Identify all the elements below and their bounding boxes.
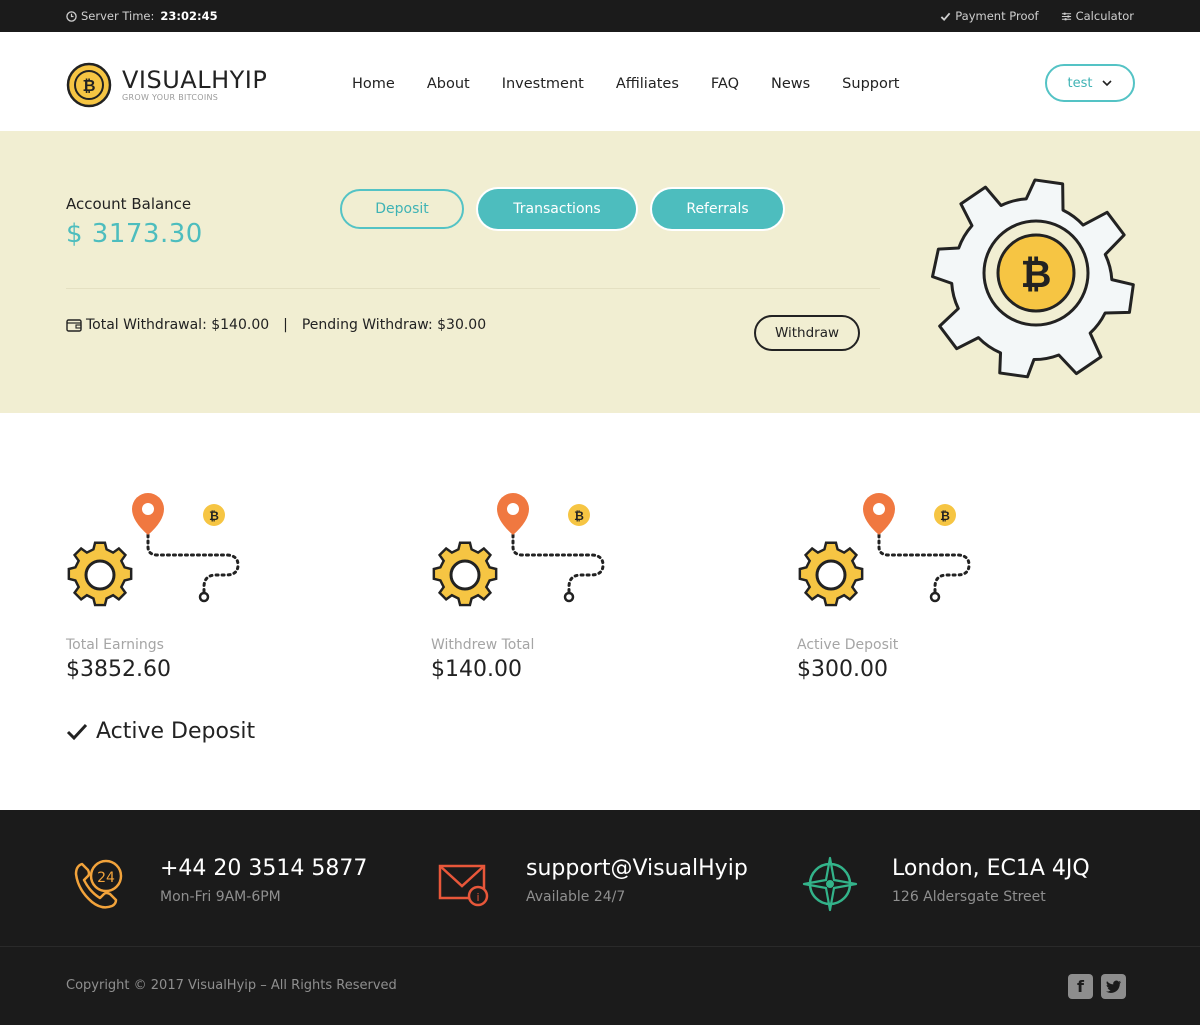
active-deposit-title: Active Deposit: [96, 719, 256, 744]
pending-withdraw: Pending Withdraw: $30.00: [301, 317, 487, 333]
twitter-icon[interactable]: [1101, 974, 1126, 999]
svg-text:₿: ₿: [209, 509, 219, 523]
stats-section: ₿ Total Earnings $3852.60 ₿ Withdrew Tot…: [0, 413, 1200, 810]
wallet-icon: [66, 319, 82, 332]
server-time-value: 23:02:45: [160, 9, 218, 23]
svg-text:i: i: [476, 891, 479, 904]
deposit-button[interactable]: Deposit: [340, 189, 464, 229]
social-links: f: [1068, 974, 1126, 999]
clock-icon: [66, 10, 77, 22]
bitcoin-logo-icon: ₿: [66, 62, 112, 108]
balance-label: Account Balance: [66, 195, 192, 213]
stat-value: $3852.60: [66, 657, 171, 682]
stat-active-deposit: ₿ Active Deposit $300.00: [797, 489, 997, 682]
footer-phone-hours: Mon-Fri 9AM-6PM: [160, 889, 281, 905]
separator: |: [283, 317, 288, 333]
mail-icon: i: [438, 864, 489, 907]
phone-24-icon: 24: [74, 859, 123, 909]
user-menu-label: test: [1067, 75, 1093, 91]
stat-value: $140.00: [431, 657, 522, 682]
logo-tagline: GROW YOUR BITCOINS: [122, 93, 219, 102]
calculator-link[interactable]: Calculator: [1061, 9, 1134, 23]
footer-email-address[interactable]: support@VisualHyip: [526, 856, 748, 881]
footer-email: i support@VisualHyip Available 24/7: [436, 856, 748, 912]
transactions-button[interactable]: Transactions: [478, 189, 636, 229]
footer-phone: 24 +44 20 3514 5877 Mon-Fri 9AM-6PM: [70, 856, 367, 912]
account-banner: Account Balance $ 3173.30 Deposit Transa…: [0, 131, 1200, 413]
top-bar: Server Time: 23:02:45 Payment Proof Calc…: [0, 0, 1200, 32]
stat-label: Active Deposit: [797, 637, 899, 653]
server-time: Server Time: 23:02:45: [66, 9, 218, 23]
svg-text:₿: ₿: [1021, 252, 1052, 296]
total-withdrawal: Total Withdrawal: $140.00: [86, 317, 270, 333]
footer-address: London, EC1A 4JQ 126 Aldersgate Street: [802, 856, 1090, 912]
banner-divider: [66, 288, 880, 289]
footer-divider: [0, 946, 1200, 947]
calculator-label: Calculator: [1075, 9, 1134, 23]
user-menu-button[interactable]: test: [1045, 64, 1135, 102]
payment-proof-label: Payment Proof: [955, 9, 1039, 23]
server-time-label: Server Time:: [81, 9, 155, 23]
balance-value: $ 3173.30: [66, 219, 203, 249]
logo-brand: VISUALHYIP: [122, 66, 268, 94]
withdraw-summary: Total Withdrawal: $140.00 | Pending With…: [66, 317, 486, 333]
footer-phone-number[interactable]: +44 20 3514 5877: [160, 856, 367, 881]
header: ₿ VISUALHYIP GROW YOUR BITCOINS Home Abo…: [0, 32, 1200, 131]
compass-icon: [802, 856, 858, 912]
active-deposit-heading: Active Deposit: [66, 719, 255, 744]
referrals-button[interactable]: Referrals: [652, 189, 783, 229]
svg-text:₿: ₿: [940, 509, 950, 523]
checkmark-icon: [66, 723, 88, 740]
stat-label: Total Earnings: [66, 637, 164, 653]
footer-street: 126 Aldersgate Street: [892, 889, 1046, 905]
stat-withdrew-total: ₿ Withdrew Total $140.00: [431, 489, 631, 682]
facebook-icon[interactable]: f: [1068, 974, 1093, 999]
nav-faq[interactable]: FAQ: [695, 76, 755, 92]
logo[interactable]: ₿ VISUALHYIP GROW YOUR BITCOINS: [66, 62, 267, 108]
sliders-icon: [1061, 12, 1071, 20]
nav-support[interactable]: Support: [826, 76, 915, 92]
payment-proof-link[interactable]: Payment Proof: [940, 9, 1039, 23]
stat-label: Withdrew Total: [431, 637, 535, 653]
withdraw-button[interactable]: Withdraw: [754, 315, 860, 351]
stat-value: $300.00: [797, 657, 888, 682]
svg-text:24: 24: [97, 870, 115, 886]
nav-home[interactable]: Home: [336, 76, 411, 92]
chevron-down-icon: [1102, 79, 1113, 86]
gear-route-icon: ₿: [798, 493, 971, 607]
nav-about[interactable]: About: [411, 76, 486, 92]
nav-investment[interactable]: Investment: [486, 76, 600, 92]
main-nav: Home About Investment Affiliates FAQ New…: [336, 76, 916, 92]
stat-total-earnings: ₿ Total Earnings $3852.60: [66, 489, 266, 682]
nav-affiliates[interactable]: Affiliates: [600, 76, 695, 92]
footer: 24 +44 20 3514 5877 Mon-Fri 9AM-6PM i su…: [0, 810, 1200, 1025]
copyright: Copyright © 2017 VisualHyip – All Rights…: [66, 978, 397, 993]
nav-news[interactable]: News: [755, 76, 826, 92]
svg-text:₿: ₿: [82, 76, 95, 95]
gear-route-icon: ₿: [432, 493, 605, 607]
svg-text:₿: ₿: [574, 509, 584, 523]
check-icon: [940, 12, 951, 21]
footer-email-availability: Available 24/7: [526, 889, 626, 905]
bitcoin-gear-icon: ₿: [930, 178, 1135, 379]
footer-city: London, EC1A 4JQ: [892, 856, 1090, 881]
gear-route-icon: ₿: [67, 493, 240, 607]
